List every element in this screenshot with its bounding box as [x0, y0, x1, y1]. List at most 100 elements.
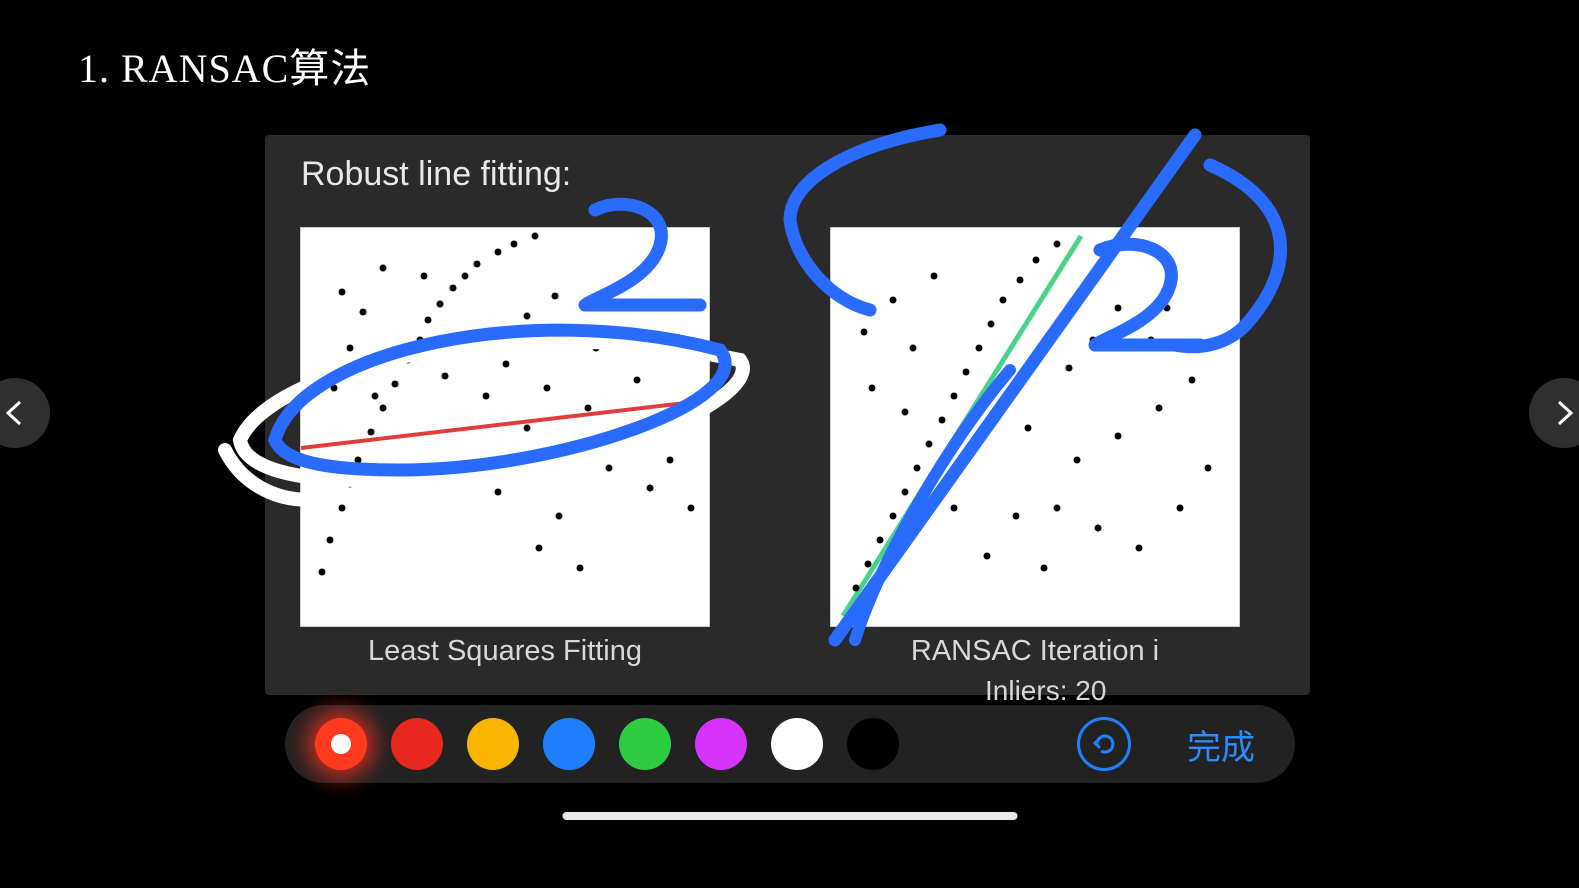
data-point: [852, 585, 859, 592]
data-point: [605, 465, 612, 472]
data-point: [355, 457, 362, 464]
data-point: [1065, 365, 1072, 372]
data-point: [877, 537, 884, 544]
data-point: [987, 321, 994, 328]
caption-ransac: RANSAC Iteration i: [830, 635, 1240, 668]
color-swatch-active-red[interactable]: [315, 718, 367, 770]
color-swatch-blue[interactable]: [543, 718, 595, 770]
data-point: [367, 429, 374, 436]
undo-icon: [1091, 731, 1117, 757]
data-point: [860, 329, 867, 336]
data-point: [926, 441, 933, 448]
data-point: [1176, 505, 1183, 512]
data-point: [975, 345, 982, 352]
data-point: [462, 337, 469, 344]
data-point: [951, 393, 958, 400]
data-point: [359, 309, 366, 316]
done-button[interactable]: 完成: [1187, 720, 1255, 769]
data-point: [901, 409, 908, 416]
data-point: [864, 561, 871, 568]
data-point: [380, 265, 387, 272]
data-point: [593, 345, 600, 352]
fit-line-green: [831, 228, 1241, 628]
data-point: [441, 373, 448, 380]
data-point: [462, 273, 469, 280]
data-point: [938, 417, 945, 424]
card-heading: Robust line fitting:: [301, 155, 571, 194]
data-point: [421, 273, 428, 280]
inliers-label: Inliers: 20: [985, 675, 1106, 707]
data-point: [634, 377, 641, 384]
data-point: [544, 385, 551, 392]
data-point: [1135, 545, 1142, 552]
chevron-left-icon: [2, 400, 28, 426]
data-point: [494, 249, 501, 256]
data-point: [914, 465, 921, 472]
data-point: [667, 457, 674, 464]
data-point: [1094, 525, 1101, 532]
data-point: [1016, 277, 1023, 284]
plot-ransac: [830, 227, 1240, 627]
data-point: [494, 489, 501, 496]
data-point: [1115, 433, 1122, 440]
data-point: [626, 433, 633, 440]
data-point: [503, 361, 510, 368]
data-point: [1024, 425, 1031, 432]
data-point: [1115, 305, 1122, 312]
color-swatch-white[interactable]: [771, 718, 823, 770]
color-swatch-green[interactable]: [619, 718, 671, 770]
data-point: [1164, 305, 1171, 312]
data-point: [1188, 377, 1195, 384]
data-point: [951, 505, 958, 512]
fit-line-red: [301, 228, 711, 628]
data-point: [889, 297, 896, 304]
data-point: [687, 505, 694, 512]
next-button[interactable]: [1529, 378, 1579, 448]
data-point: [474, 261, 481, 268]
plot-least-squares: [300, 227, 710, 627]
data-point: [1033, 257, 1040, 264]
data-point: [1156, 405, 1163, 412]
data-point: [482, 393, 489, 400]
data-point: [425, 317, 432, 324]
data-point: [339, 505, 346, 512]
data-point: [585, 405, 592, 412]
data-point: [318, 569, 325, 576]
color-swatch-magenta[interactable]: [695, 718, 747, 770]
data-point: [1012, 513, 1019, 520]
data-point: [347, 481, 354, 488]
content-card: Robust line fitting: Least Squares Fitti…: [265, 135, 1310, 695]
data-point: [1197, 345, 1204, 352]
data-point: [330, 385, 337, 392]
data-point: [1090, 337, 1097, 344]
data-point: [552, 293, 559, 300]
data-point: [339, 289, 346, 296]
data-point: [531, 233, 538, 240]
chevron-right-icon: [1551, 400, 1577, 426]
undo-button[interactable]: [1077, 717, 1131, 771]
data-point: [901, 489, 908, 496]
prev-button[interactable]: [0, 378, 50, 448]
data-point: [983, 553, 990, 560]
data-point: [1053, 241, 1060, 248]
data-point: [1053, 505, 1060, 512]
data-point: [523, 425, 530, 432]
home-indicator[interactable]: [562, 812, 1017, 820]
slide-title: 1. RANSAC算法: [78, 36, 371, 94]
data-point: [869, 385, 876, 392]
data-point: [535, 545, 542, 552]
data-point: [1205, 465, 1212, 472]
data-point: [576, 565, 583, 572]
data-point: [449, 285, 456, 292]
data-point: [1000, 297, 1007, 304]
data-point: [380, 405, 387, 412]
color-swatch-red[interactable]: [391, 718, 443, 770]
data-point: [556, 513, 563, 520]
color-swatch-black[interactable]: [847, 718, 899, 770]
data-point: [646, 485, 653, 492]
data-point: [1041, 565, 1048, 572]
data-point: [511, 241, 518, 248]
data-point: [564, 445, 571, 452]
color-swatch-orange[interactable]: [467, 718, 519, 770]
data-point: [371, 393, 378, 400]
